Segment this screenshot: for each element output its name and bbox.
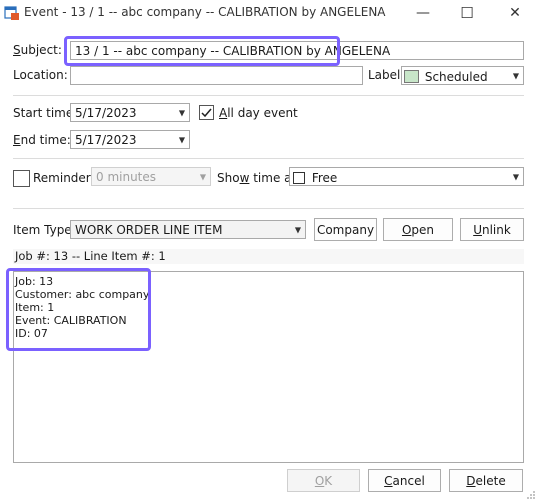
reminder-select[interactable]: 0 minutes ▼ [91, 167, 211, 186]
item-type-label: Item Type: [13, 223, 76, 237]
label-label: Label: [368, 68, 405, 82]
label-color-swatch [404, 70, 419, 83]
details-highlight [6, 268, 151, 351]
status-swatch [293, 171, 305, 184]
unlink-button[interactable]: Unlink [460, 218, 524, 241]
end-time-label: End time: [13, 133, 71, 147]
label-select[interactable]: Scheduled ▼ [401, 66, 524, 85]
close-button[interactable]: ✕ [492, 0, 538, 26]
chevron-down-icon: ▼ [178, 135, 185, 144]
maximize-button[interactable]: ☐ [444, 0, 490, 26]
chevron-down-icon: ▼ [294, 225, 301, 234]
separator [13, 208, 524, 209]
chevron-down-icon: ▼ [512, 71, 519, 80]
all-day-label: All day event [219, 106, 298, 120]
title-bar: Event - 13 / 1 -- abc company -- CALIBRA… [0, 0, 538, 26]
calendar-icon [4, 6, 19, 20]
reminder-label: Reminder: [33, 171, 95, 185]
cancel-button[interactable]: Cancel [368, 469, 441, 492]
all-day-checkbox[interactable] [199, 105, 214, 120]
separator [13, 158, 524, 159]
chevron-down-icon: ▼ [178, 108, 185, 117]
subject-highlight [64, 36, 340, 66]
start-time-label: Start time: [13, 106, 78, 120]
end-date-picker[interactable]: 5/17/2023 ▼ [70, 130, 190, 149]
location-label: Location: [13, 68, 68, 82]
chevron-down-icon: ▼ [512, 172, 519, 181]
check-icon [201, 108, 212, 118]
minimize-button[interactable]: — [400, 0, 446, 26]
show-time-select[interactable]: Free ▼ [289, 167, 524, 186]
subject-label: Subject: [13, 43, 62, 57]
separator [13, 95, 524, 96]
delete-button[interactable]: Delete [449, 469, 523, 492]
reminder-checkbox[interactable] [13, 170, 30, 187]
location-input[interactable] [70, 66, 363, 85]
open-button[interactable]: Open [383, 218, 453, 241]
resize-grip-icon[interactable] [526, 490, 536, 500]
item-type-select[interactable]: WORK ORDER LINE ITEM ▼ [70, 220, 306, 239]
window-title: Event - 13 / 1 -- abc company -- CALIBRA… [24, 5, 386, 19]
company-button[interactable]: Company [314, 218, 377, 241]
chevron-down-icon: ▼ [199, 172, 206, 181]
job-line-info: Job #: 13 -- Line Item #: 1 [13, 249, 524, 264]
ok-button[interactable]: OK [287, 469, 360, 492]
start-date-picker[interactable]: 5/17/2023 ▼ [70, 103, 190, 122]
